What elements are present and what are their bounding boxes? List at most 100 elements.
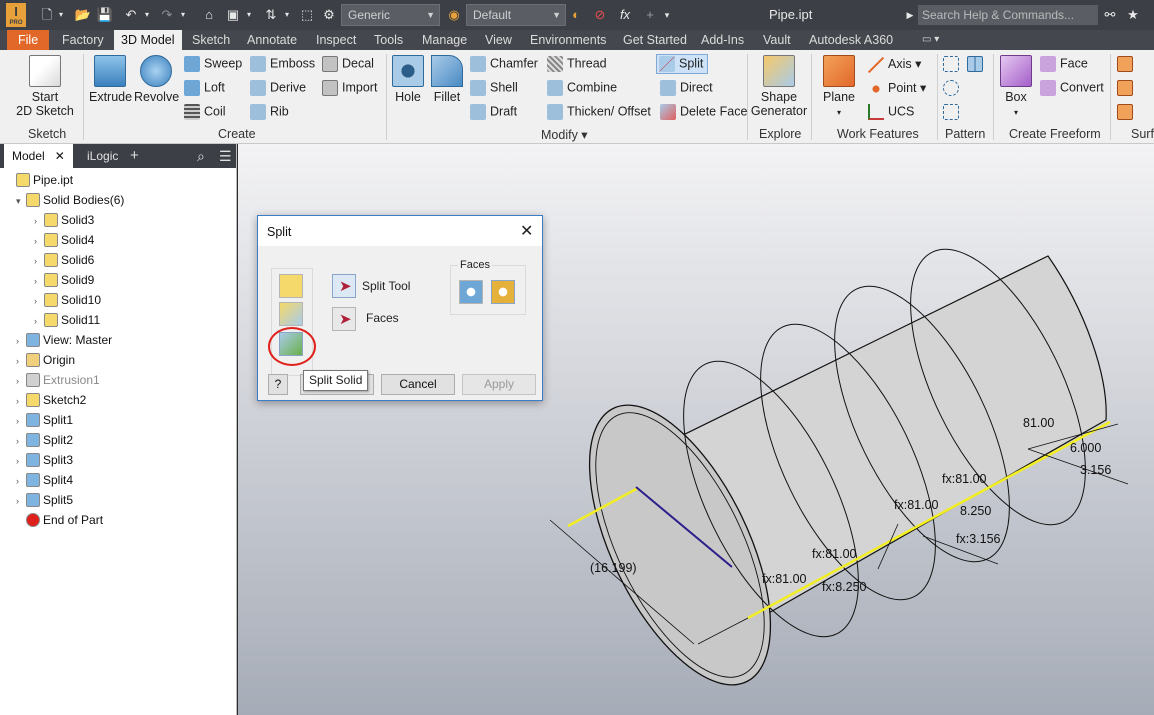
sketch-pattern-button[interactable] — [943, 104, 963, 120]
tree-item[interactable]: › Split2 — [16, 430, 73, 450]
expand-chevron-icon[interactable]: › — [16, 391, 26, 411]
tab-inspect[interactable]: Inspect — [309, 30, 363, 50]
tree-item[interactable]: › View: Master — [16, 330, 112, 350]
update-dropdown-icon[interactable]: ▾ — [282, 5, 292, 25]
tree-item[interactable]: Pipe.ipt — [6, 170, 73, 190]
dimension-text[interactable]: 3.156 — [1080, 463, 1111, 477]
dimension-text[interactable]: fx:81.00 — [762, 572, 807, 586]
tree-item[interactable]: › Origin — [16, 350, 75, 370]
tree-item[interactable]: ▾ Solid Bodies(6) — [16, 190, 124, 210]
freeform-convert-button[interactable]: Convert — [1040, 80, 1104, 96]
freeform-face-button[interactable]: Face — [1040, 56, 1088, 72]
tree-item[interactable]: › Solid9 — [34, 270, 94, 290]
faces-select-button[interactable]: ➤ — [332, 307, 356, 331]
surface-tool-1[interactable] — [1117, 56, 1137, 72]
extrude-button[interactable]: Extrude — [89, 55, 132, 104]
undo-dropdown-icon[interactable]: ▾ — [142, 5, 152, 25]
expand-chevron-icon[interactable]: › — [34, 251, 44, 271]
tab-manage[interactable]: Manage — [415, 30, 474, 50]
tab-factory[interactable]: Factory — [55, 30, 111, 50]
derive-button[interactable]: Derive — [250, 80, 306, 96]
adjust-appearance-icon[interactable]: ◐ — [567, 5, 585, 25]
split-tool-select-button[interactable]: ➤ — [332, 274, 356, 298]
shape-generator-button[interactable]: Shape Generator — [750, 55, 808, 118]
inventor-logo[interactable]: I PRO — [6, 3, 26, 27]
circular-pattern-button[interactable] — [943, 80, 963, 96]
box-dropdown-icon[interactable]: ▾ — [1014, 108, 1018, 117]
tree-item[interactable]: › Split1 — [16, 410, 73, 430]
combine-button[interactable]: Combine — [547, 80, 617, 96]
import-button[interactable]: Import — [322, 80, 377, 96]
expand-chevron-icon[interactable]: › — [34, 231, 44, 251]
tab-environments[interactable]: Environments — [523, 30, 613, 50]
thread-button[interactable]: Thread — [547, 56, 607, 72]
direct-button[interactable]: Direct — [660, 80, 713, 96]
tree-item[interactable]: › Split3 — [16, 450, 73, 470]
tab-view[interactable]: View — [478, 30, 519, 50]
dimension-text[interactable]: fx:3.156 — [956, 532, 1001, 546]
emboss-button[interactable]: Emboss — [250, 56, 315, 72]
dimension-text[interactable]: fx:81.00 — [942, 472, 987, 486]
search-binoculars-icon[interactable]: ⚯ — [1101, 5, 1119, 25]
loft-button[interactable]: Loft — [184, 80, 225, 96]
delete-face-button[interactable]: Delete Face — [660, 104, 747, 120]
panel-title-modify[interactable]: Modify ▾ — [541, 127, 588, 142]
draft-button[interactable]: Draft — [470, 104, 517, 120]
open-icon[interactable]: 📂 — [74, 5, 92, 25]
tree-item[interactable]: › Solid11 — [34, 310, 100, 330]
expand-chevron-icon[interactable]: › — [16, 451, 26, 471]
home-icon[interactable]: ⌂ — [200, 5, 218, 25]
settings-icon[interactable]: ⚙ — [320, 5, 338, 25]
expand-chevron-icon[interactable]: › — [34, 211, 44, 231]
tab-annotate[interactable]: Annotate — [240, 30, 304, 50]
tab-sketch[interactable]: Sketch — [185, 30, 237, 50]
hole-button[interactable]: Hole — [390, 55, 426, 104]
expand-chevron-icon[interactable]: › — [16, 471, 26, 491]
trim-solid-button[interactable] — [279, 302, 303, 326]
dimension-text[interactable]: fx:81.00 — [894, 498, 939, 512]
tree-item[interactable]: › Split5 — [16, 490, 73, 510]
fillet-button[interactable]: Fillet — [429, 55, 465, 104]
split-all-faces-button[interactable] — [459, 280, 483, 304]
add-tab-icon[interactable]: + — [130, 144, 139, 168]
expand-chevron-icon[interactable]: › — [34, 311, 44, 331]
coil-button[interactable]: Coil — [184, 104, 226, 120]
clear-appearance-icon[interactable]: ⊘ — [591, 5, 609, 25]
decal-button[interactable]: Decal — [322, 56, 374, 72]
tab-autodesk-a360[interactable]: Autodesk A360 — [802, 30, 900, 50]
material-combo[interactable]: Generic ▼ — [341, 4, 440, 26]
tree-item[interactable]: › Solid3 — [34, 210, 94, 230]
expand-chevron-icon[interactable]: › — [16, 411, 26, 431]
start-2d-sketch-button[interactable]: Start 2D Sketch — [14, 55, 76, 118]
update-icon[interactable]: ⇅ — [262, 5, 280, 25]
browser-tab-ilogic[interactable]: iLogic — [87, 144, 118, 168]
search-expand-icon[interactable]: ▶ — [904, 5, 916, 25]
split-part-button[interactable] — [279, 274, 303, 298]
point-button[interactable]: Point ▾ — [868, 80, 926, 97]
browser-menu-icon[interactable]: ☰ — [219, 144, 232, 168]
freeform-box-button[interactable]: Box ▾ — [997, 55, 1035, 118]
tree-item[interactable]: › Solid10 — [34, 290, 101, 310]
thicken-offset-button[interactable]: Thicken/ Offset — [547, 104, 651, 120]
select-faces-to-split-button[interactable] — [491, 280, 515, 304]
plane-dropdown-icon[interactable]: ▾ — [837, 108, 841, 117]
image-icon[interactable]: ▣ — [224, 5, 242, 25]
ribbon-options-icon[interactable]: ▭ ▾ — [915, 30, 946, 50]
browser-tab-model[interactable]: Model ✕ — [4, 144, 73, 168]
appearance-combo[interactable]: Default ▼ — [466, 4, 566, 26]
color-wheel-icon[interactable]: ◉ — [445, 5, 463, 25]
cancel-button[interactable]: Cancel — [381, 374, 455, 395]
expand-chevron-icon[interactable]: › — [34, 291, 44, 311]
dimension-text[interactable]: 6.000 — [1070, 441, 1101, 455]
shell-button[interactable]: Shell — [470, 80, 518, 96]
expand-chevron-icon[interactable]: › — [16, 431, 26, 451]
rectangular-pattern-button[interactable] — [943, 56, 963, 72]
rib-button[interactable]: Rib — [250, 104, 289, 120]
revolve-button[interactable]: Revolve — [134, 55, 179, 104]
customize-dropdown-icon[interactable]: ▾ — [661, 5, 673, 25]
split-button[interactable]: Split — [656, 54, 709, 74]
dialog-close-icon[interactable]: ✕ — [520, 221, 533, 241]
dimension-text[interactable]: (16.199) — [590, 561, 637, 575]
ucs-button[interactable]: UCS — [868, 104, 914, 120]
plus-icon[interactable]: + — [641, 5, 659, 25]
